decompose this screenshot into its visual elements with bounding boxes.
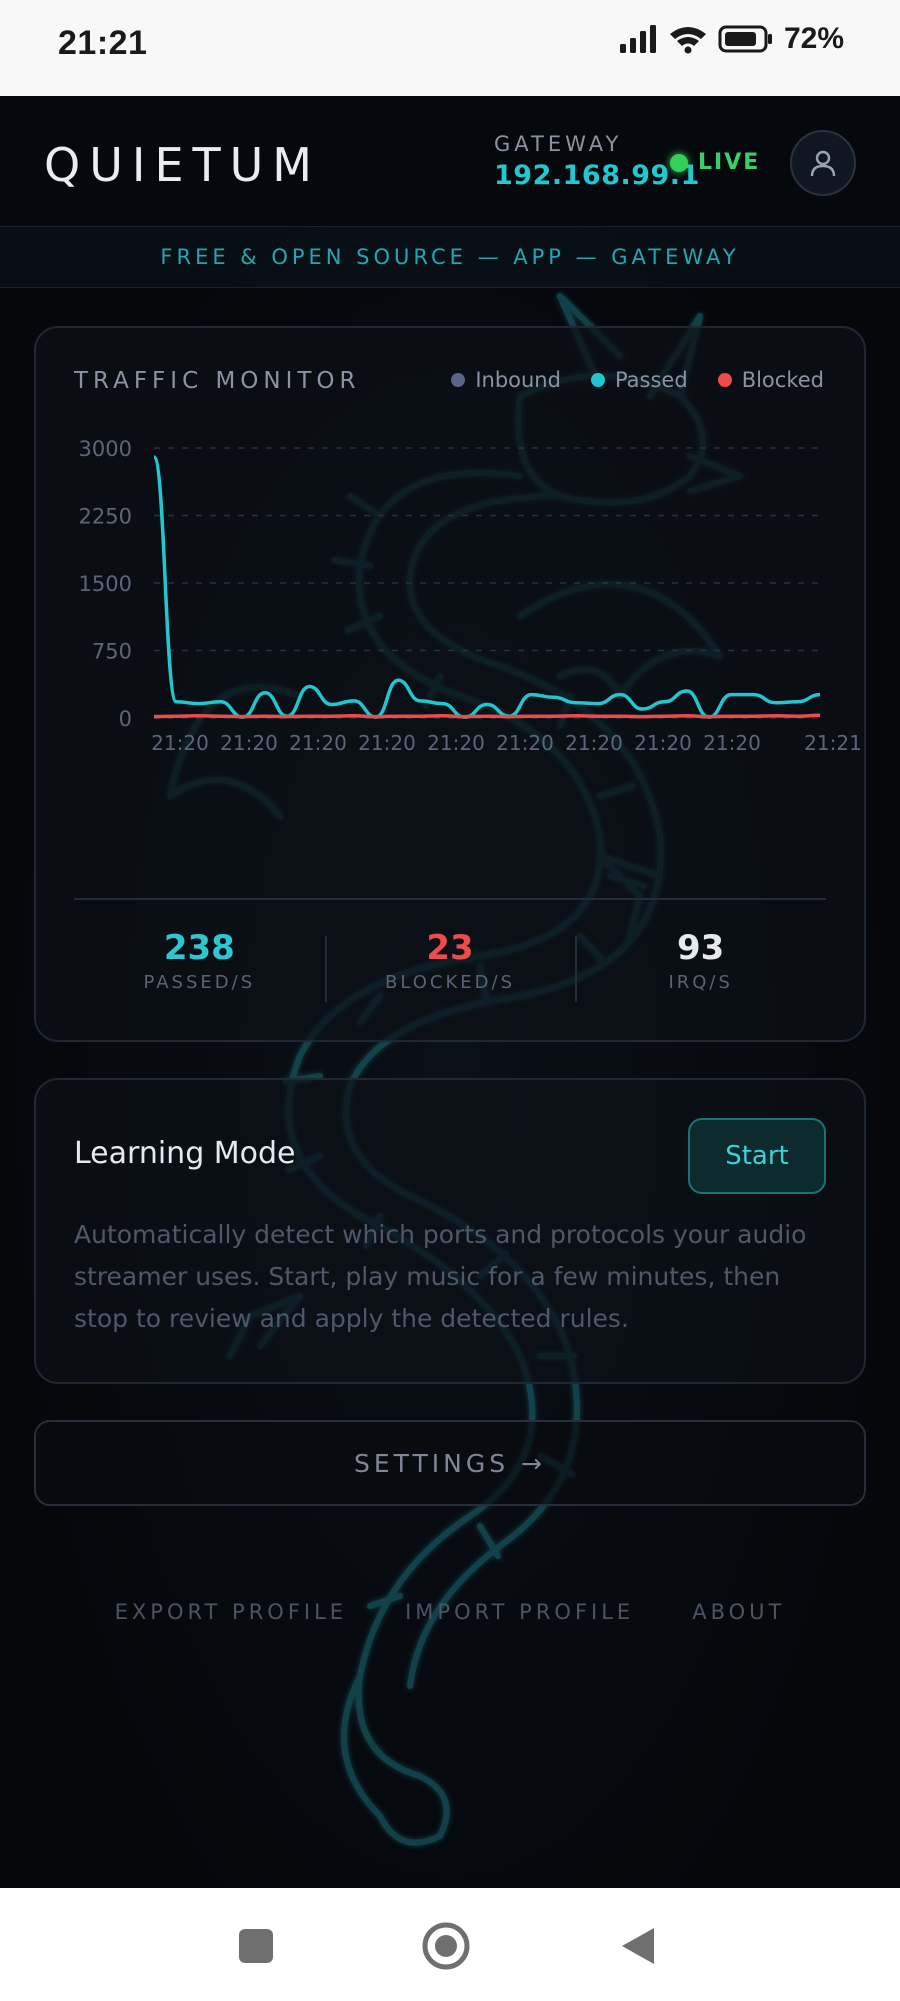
live-indicator: LIVE xyxy=(670,150,760,175)
y-tick-label: 2250 xyxy=(79,505,132,529)
back-button[interactable] xyxy=(610,1918,666,1974)
status-bar: 21:21 72% xyxy=(0,0,900,96)
signal-icon xyxy=(619,25,656,53)
x-tick-label: 21:20 xyxy=(289,731,347,755)
legend-passed-label: Passed xyxy=(614,368,688,392)
export-profile-link[interactable]: EXPORT PROFILE xyxy=(115,1600,347,1624)
traffic-chart: 3000 2250 1500 750 0 21:20 21:20 21:20 21:20 21:2… xyxy=(79,437,862,755)
traffic-monitor-title: TRAFFIC MONITOR xyxy=(74,368,361,394)
open-source-banner: FREE & OPEN SOURCE — APP — GATEWAY xyxy=(0,226,900,288)
stat-passed: 238 PASSED/S xyxy=(74,928,325,1008)
status-time: 21:21 xyxy=(58,24,148,62)
y-tick-label: 3000 xyxy=(79,437,132,461)
learning-mode-card: Learning Mode Start Automatically detect… xyxy=(34,1078,866,1384)
x-tick-label: 21:20 xyxy=(220,731,278,755)
y-tick-label: 750 xyxy=(92,640,132,664)
stat-passed-label: PASSED/S xyxy=(143,972,256,993)
traffic-monitor-card: TRAFFIC MONITOR Inbound Passed Blocked 3… xyxy=(34,326,866,1042)
legend-blocked-label: Blocked xyxy=(741,368,824,392)
gateway-label: GATEWAY xyxy=(494,132,623,156)
back-triangle-icon xyxy=(622,1928,654,1964)
x-tick-label: 21:20 xyxy=(151,731,209,755)
learning-mode-title: Learning Mode xyxy=(74,1136,296,1171)
legend-inbound: Inbound xyxy=(451,368,561,392)
stats-divider xyxy=(74,898,826,900)
settings-button[interactable]: SETTINGS → xyxy=(34,1420,866,1506)
x-tick-label: 21:20 xyxy=(427,731,485,755)
traffic-stats: 238 PASSED/S 23 BLOCKED/S 93 IRQ/S xyxy=(74,928,826,1008)
system-nav-bar xyxy=(0,1888,900,2001)
x-tick-label: 21:20 xyxy=(358,731,416,755)
brand-logo: QUIETUM xyxy=(44,138,321,192)
recents-button[interactable] xyxy=(228,1918,284,1974)
live-dot-icon xyxy=(670,153,688,172)
x-tick-label: 21:20 xyxy=(703,731,761,755)
stat-blocked: 23 BLOCKED/S xyxy=(324,928,576,1008)
circle-icon xyxy=(422,1922,470,1970)
app-header: QUIETUM GATEWAY 192.168.99.1 LIVE xyxy=(0,96,900,226)
home-button[interactable] xyxy=(418,1918,474,1974)
stat-irq-value: 93 xyxy=(677,928,725,968)
battery-icon xyxy=(718,25,772,53)
series-line-passed xyxy=(152,455,821,719)
footer-links: EXPORT PROFILE IMPORT PROFILE ABOUT xyxy=(0,1600,900,1624)
status-icons: 72% xyxy=(618,22,844,56)
profile-button[interactable] xyxy=(790,130,856,196)
series-line-blocked xyxy=(153,713,821,719)
wifi-icon xyxy=(669,27,706,54)
legend-passed: Passed xyxy=(590,368,688,392)
about-link[interactable]: ABOUT xyxy=(692,1600,785,1624)
legend-blocked: Blocked xyxy=(717,368,824,392)
stat-irq-label: IRQ/S xyxy=(668,972,733,993)
stat-blocked-label: BLOCKED/S xyxy=(385,972,515,993)
legend-passed-dot xyxy=(590,373,605,387)
gateway-ip: 192.168.99.1 xyxy=(494,160,700,191)
x-tick-label: 21:20 xyxy=(496,731,554,755)
import-profile-link[interactable]: IMPORT PROFILE xyxy=(405,1600,634,1624)
square-icon xyxy=(239,1929,273,1963)
chart-legend: Inbound Passed Blocked xyxy=(451,368,824,392)
app-screen: QUIETUM GATEWAY 192.168.99.1 LIVE FREE &… xyxy=(0,96,900,1888)
user-icon xyxy=(810,150,836,177)
learning-mode-description: Automatically detect which ports and pro… xyxy=(74,1220,807,1333)
learning-start-button[interactable]: Start xyxy=(688,1118,826,1194)
live-label: LIVE xyxy=(698,150,761,175)
x-tick-label: 21:21 xyxy=(804,731,862,755)
legend-inbound-label: Inbound xyxy=(475,368,561,392)
stat-blocked-value: 23 xyxy=(426,928,474,968)
y-tick-label: 0 xyxy=(119,707,132,731)
stat-passed-value: 238 xyxy=(163,928,235,968)
x-tick-label: 21:20 xyxy=(565,731,623,755)
legend-blocked-dot xyxy=(717,373,732,387)
y-tick-label: 1500 xyxy=(79,572,132,596)
legend-inbound-dot xyxy=(451,373,466,387)
x-tick-label: 21:20 xyxy=(634,731,692,755)
stat-irq: 93 IRQ/S xyxy=(575,928,826,1008)
battery-percent: 72% xyxy=(783,22,844,55)
gateway-info: GATEWAY 192.168.99.1 xyxy=(494,132,700,191)
